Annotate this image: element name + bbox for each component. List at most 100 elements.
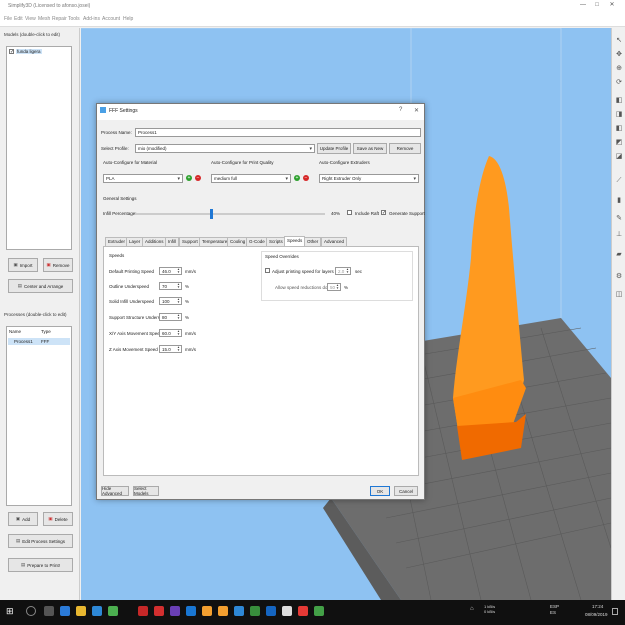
speed-input[interactable]: 80 ▲ ▼ bbox=[159, 313, 182, 321]
import-button[interactable]: ▣ Import bbox=[8, 258, 38, 272]
app-icon-10[interactable] bbox=[266, 606, 276, 616]
add-material-icon[interactable]: + bbox=[186, 175, 192, 181]
section-icon[interactable]: ▮ bbox=[614, 196, 624, 206]
select-models-button[interactable]: Select Models bbox=[133, 486, 159, 496]
model-checkbox[interactable]: ✓ bbox=[9, 49, 14, 55]
settings-icon[interactable]: ⚙ bbox=[614, 272, 624, 282]
help-button[interactable]: ? bbox=[399, 107, 402, 113]
include-raft-checkbox[interactable] bbox=[347, 210, 352, 215]
infill-slider[interactable] bbox=[135, 209, 325, 219]
ok-button[interactable]: OK bbox=[370, 486, 390, 496]
remove-profile-button[interactable]: Remove bbox=[389, 143, 421, 154]
app-icon-9[interactable] bbox=[250, 606, 260, 616]
prepare-to-print-button[interactable]: ▤ Prepare to Print! bbox=[8, 558, 73, 572]
menu-repair[interactable]: Repair bbox=[52, 16, 67, 22]
menu-tools[interactable]: Tools bbox=[68, 16, 80, 22]
rotate-icon[interactable]: ⟳ bbox=[614, 78, 624, 88]
menu-help[interactable]: Help bbox=[123, 16, 133, 22]
tab-gcode[interactable]: G-Code bbox=[246, 237, 268, 246]
view-left-icon[interactable]: ◩ bbox=[614, 138, 624, 148]
processes-list[interactable]: Name Type Process1 FFF bbox=[6, 326, 72, 506]
infill-slider-handle[interactable] bbox=[209, 209, 213, 219]
view-right-icon[interactable]: ◪ bbox=[614, 152, 624, 162]
adjust-speed-checkbox[interactable] bbox=[265, 268, 270, 273]
notifications-icon[interactable] bbox=[612, 608, 618, 615]
remove-material-icon[interactable]: − bbox=[195, 175, 201, 181]
menu-account[interactable]: Account bbox=[102, 16, 120, 22]
spin-arrows-icon[interactable]: ▲ ▼ bbox=[177, 345, 180, 352]
wrench-icon[interactable]: ✎ bbox=[614, 214, 624, 224]
select-icon[interactable]: ↖ bbox=[614, 36, 624, 46]
tab-advanced[interactable]: Advanced bbox=[321, 237, 348, 246]
app-icon-11[interactable] bbox=[282, 606, 292, 616]
process-name-input[interactable]: Process1 bbox=[135, 128, 421, 137]
visual-studio-icon[interactable] bbox=[170, 606, 180, 616]
app-icon-7[interactable] bbox=[218, 606, 228, 616]
close-button[interactable]: ✕ bbox=[607, 1, 617, 10]
spin-arrows-icon[interactable]: ▲ ▼ bbox=[177, 313, 180, 320]
menu-edit[interactable]: Edit bbox=[14, 16, 23, 22]
speed-input[interactable]: 70 ▲ ▼ bbox=[159, 282, 182, 290]
preview-icon[interactable]: ◫ bbox=[614, 290, 624, 300]
update-profile-button[interactable]: Update Profile bbox=[317, 143, 351, 154]
app-icon-4[interactable] bbox=[154, 606, 164, 616]
generate-support-checkbox[interactable]: ✓ bbox=[381, 210, 386, 216]
zoom-icon[interactable]: ⊕ bbox=[614, 64, 624, 74]
measure-icon[interactable]: ⟋ bbox=[614, 176, 624, 186]
app-icon-13[interactable] bbox=[314, 606, 324, 616]
menu-add-ins[interactable]: Add-ins bbox=[83, 16, 100, 22]
app-icon-6[interactable] bbox=[202, 606, 212, 616]
app-icon-1[interactable] bbox=[92, 606, 102, 616]
edit-process-settings-button[interactable]: ▤ Edit Process Settings bbox=[8, 534, 73, 548]
speed-input[interactable]: 60.0 ▲ ▼ bbox=[159, 329, 182, 337]
table-row[interactable]: Process1 FFF bbox=[8, 338, 70, 345]
models-list[interactable]: ✓ funda ligera bbox=[6, 46, 72, 250]
speed-input[interactable]: 46.0 ▲ ▼ bbox=[159, 267, 182, 275]
search-icon[interactable] bbox=[26, 606, 36, 616]
tab-additions[interactable]: Additions bbox=[142, 237, 167, 246]
material-select[interactable]: PLA bbox=[103, 174, 183, 183]
remove-quality-icon[interactable]: − bbox=[303, 175, 309, 181]
tab-infill[interactable]: Infill bbox=[165, 237, 180, 246]
spin-arrows-icon[interactable]: ▲ ▼ bbox=[346, 267, 349, 274]
app-icon-2[interactable] bbox=[108, 606, 118, 616]
task-view-icon[interactable] bbox=[44, 606, 54, 616]
spin-arrows-icon[interactable]: ▲ ▼ bbox=[177, 329, 180, 336]
adjust-speed-input[interactable]: 2.0 ▲ ▼ bbox=[335, 267, 351, 275]
menu-view[interactable]: View bbox=[25, 16, 36, 22]
view-iso-icon[interactable]: ◧ bbox=[614, 96, 624, 106]
language-indicator[interactable]: ESP ES bbox=[550, 604, 559, 616]
tab-temperature[interactable]: Temperature bbox=[199, 237, 231, 246]
dialog-close-button[interactable]: ✕ bbox=[414, 107, 419, 114]
app-icon-3[interactable] bbox=[138, 606, 148, 616]
app-icon-12[interactable] bbox=[298, 606, 308, 616]
allow-reduction-input[interactable]: 50 ▲ ▼ bbox=[327, 283, 341, 291]
minimize-button[interactable]: — bbox=[578, 1, 588, 10]
tab-extruder[interactable]: Extruder bbox=[105, 237, 129, 246]
cancel-button[interactable]: Cancel bbox=[394, 486, 418, 496]
hide-advanced-button[interactable]: Hide Advanced bbox=[101, 486, 129, 496]
extruders-select[interactable]: Right Extruder Only bbox=[319, 174, 419, 183]
spin-arrows-icon[interactable]: ▲ ▼ bbox=[336, 283, 339, 290]
view-top-icon[interactable]: ◨ bbox=[614, 110, 624, 120]
menu-mesh[interactable]: Mesh bbox=[38, 16, 50, 22]
cut-icon[interactable]: ▰ bbox=[614, 250, 624, 260]
app-icon-5[interactable] bbox=[186, 606, 196, 616]
spin-arrows-icon[interactable]: ▲ ▼ bbox=[177, 282, 180, 289]
maximize-button[interactable]: □ bbox=[592, 1, 602, 10]
tab-speeds[interactable]: Speeds bbox=[284, 236, 306, 246]
clock-date[interactable]: 08/09/2019 bbox=[585, 612, 608, 617]
tab-layer[interactable]: Layer bbox=[126, 237, 144, 246]
save-as-new-button[interactable]: Save as New bbox=[353, 143, 387, 154]
quality-select[interactable]: medium full bbox=[211, 174, 291, 183]
delete-process-button[interactable]: ▣ Delete bbox=[43, 512, 73, 526]
move-icon[interactable]: ✥ bbox=[614, 50, 624, 60]
support-icon[interactable]: ⊥ bbox=[614, 230, 624, 240]
speed-input[interactable]: 100 ▲ ▼ bbox=[159, 297, 182, 305]
spin-arrows-icon[interactable]: ▲ ▼ bbox=[177, 267, 180, 274]
app-icon-8[interactable] bbox=[234, 606, 244, 616]
tab-other[interactable]: Other bbox=[304, 237, 322, 246]
tab-scripts[interactable]: Scripts bbox=[266, 237, 286, 246]
add-process-button[interactable]: ▣ Add bbox=[8, 512, 38, 526]
clock-time[interactable]: 17:24 bbox=[592, 604, 603, 609]
